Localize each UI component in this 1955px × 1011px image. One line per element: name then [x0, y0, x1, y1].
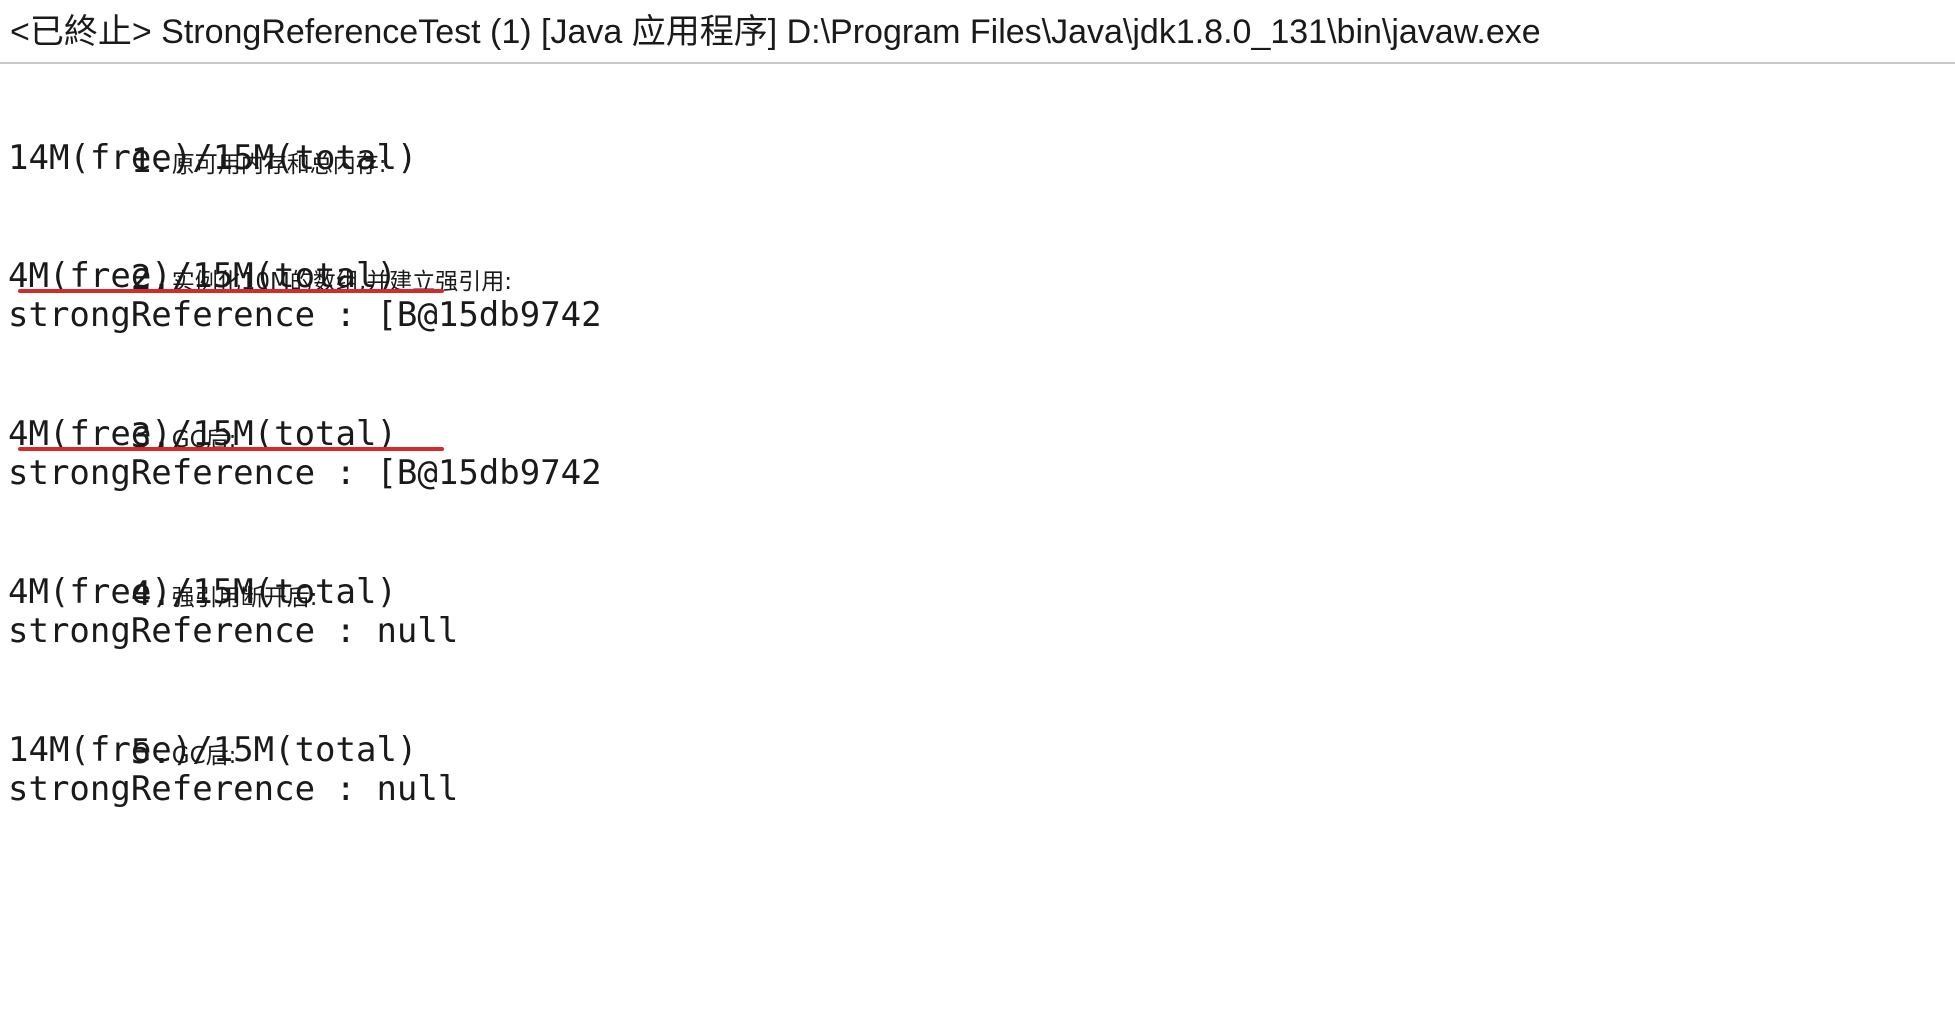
step-5-memory: 14M(free)/15M(total): [8, 730, 418, 770]
step-4-reference: strongReference : null: [8, 611, 459, 651]
step-3-heading: 3.GC后:: [8, 376, 237, 456]
step-2-memory-underline: [18, 289, 444, 293]
step-5-heading: 5.GC后:: [8, 692, 237, 772]
step-1-memory: 14M(free)/15M(total): [8, 138, 418, 178]
console-view[interactable]: <已終止> StrongReferenceTest (1) [Java 应用程序…: [0, 0, 1955, 1011]
step-3-memory-underline: [18, 447, 444, 451]
step-2-heading: 2.实例化10M的数组,并建立强引用:: [8, 218, 512, 298]
step-4-memory: 4M(free)/15M(total): [8, 572, 397, 612]
step-2-reference: strongReference : [B@15db9742: [8, 295, 602, 335]
step-5-reference: strongReference : null: [8, 769, 459, 809]
step-4-heading: 4.强引用断开后:: [8, 534, 318, 614]
step-1-heading: 1.原可用内存和总内存:: [8, 101, 387, 181]
step-3-reference: strongReference : [B@15db9742: [8, 453, 602, 493]
console-output[interactable]: 1.原可用内存和总内存: 14M(free)/15M(total) 2.实例化1…: [8, 0, 1948, 1011]
